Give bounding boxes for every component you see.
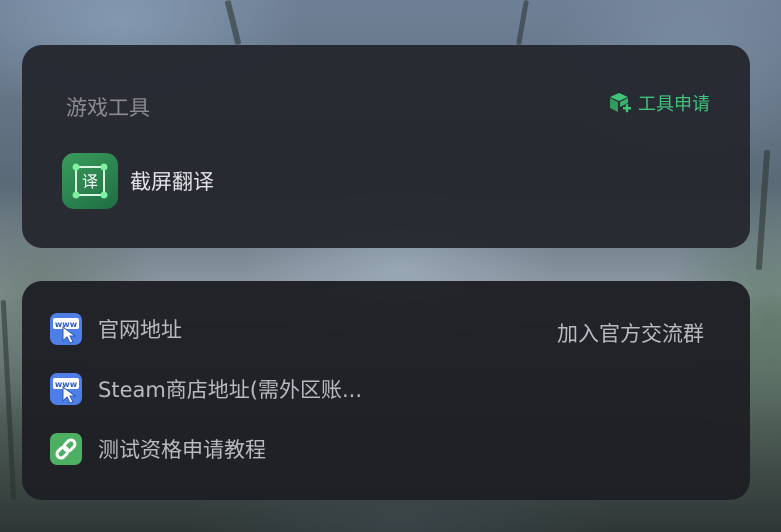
background-branch [0, 300, 17, 500]
svg-text:译: 译 [82, 172, 98, 191]
link-icon [50, 433, 82, 465]
tool-item-label: 截屏翻译 [130, 170, 214, 194]
svg-text:www: www [55, 320, 78, 329]
background-branch [224, 0, 242, 46]
background-branch [516, 0, 529, 46]
tool-apply-button[interactable]: 工具申请 [607, 90, 710, 116]
package-plus-icon [610, 93, 631, 113]
link-official-site[interactable]: www 官网地址 [50, 313, 182, 345]
links-card: www 官网地址 加入官方交流群 www Steam商店地址(需外区账... 测… [22, 281, 750, 500]
link-label: 测试资格申请教程 [98, 438, 266, 462]
www-icon: www [50, 313, 82, 345]
tool-item-screenshot-translate[interactable]: 译 截屏翻译 [62, 153, 214, 209]
screenshot-translate-icon: 译 [62, 153, 118, 209]
svg-text:www: www [55, 380, 78, 389]
game-tools-card: 游戏工具 工具申请 译 截屏翻译 [22, 45, 750, 248]
app-window: { "tools_card": { "title": "游戏工具", "appl… [0, 0, 781, 532]
www-icon: www [50, 373, 82, 405]
link-steam-store[interactable]: www Steam商店地址(需外区账... [50, 373, 362, 405]
link-label: 官网地址 [98, 318, 182, 342]
join-official-group-button[interactable]: 加入官方交流群 [557, 318, 704, 348]
game-tools-title: 游戏工具 [66, 96, 150, 120]
link-label: Steam商店地址(需外区账... [98, 378, 363, 402]
background-branch [755, 149, 771, 271]
tool-apply-label: 工具申请 [638, 94, 710, 115]
link-test-qualification-tutorial[interactable]: 测试资格申请教程 [50, 433, 266, 465]
